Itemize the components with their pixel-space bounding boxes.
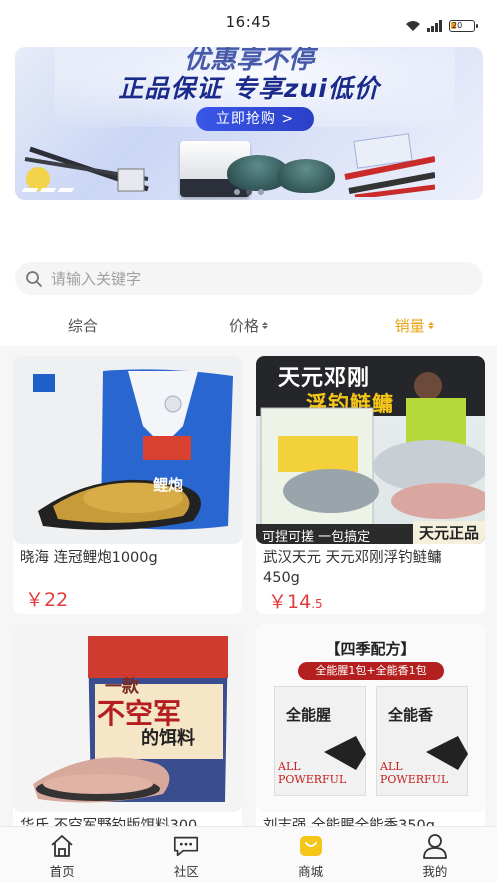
bottom-tab-bar: 首页 社区 商城 我的 [0,826,497,883]
battery-icon: 20 [449,20,478,32]
product-price: ￥22 [25,589,69,611]
tab-label: 社区 [173,864,199,879]
search-bar[interactable] [15,262,483,295]
banner-buy-button[interactable]: 立即抢购 > [196,107,314,131]
sort-comprehensive[interactable]: 综合 [0,310,166,340]
product-card[interactable]: 一款 不空军 的饵料 华氏 不空军野钓版饵料300 [13,624,242,844]
home-icon [48,833,76,859]
sort-bar: 综合 价格 销量 [0,310,497,340]
tab-profile[interactable]: 我的 [373,827,497,883]
chat-icon [172,833,200,859]
product-image: 一款 不空军 的饵料 [13,624,242,812]
mall-icon [297,833,325,859]
product-card[interactable]: 天元邓刚 浮钓鲢鳙 可捏可搓 一包搞定 天元正品 武汉天元 天元邓刚浮钓鲢鳙45… [256,356,485,614]
tab-community[interactable]: 社区 [124,827,248,883]
sort-arrows-icon [427,321,434,329]
bait-bowl-image [277,159,335,193]
product-card[interactable]: 鲤炮 晓海 连冠鲤炮1000g ￥22 [13,356,242,614]
tab-label: 首页 [49,864,75,879]
wifi-icon [405,20,421,32]
search-input[interactable] [51,269,451,288]
product-image: 天元邓刚 浮钓鲢鳙 可捏可搓 一包搞定 天元正品 [256,356,485,544]
product-image: 【四季配方】 全能腥1包+全能香1包 全能腥 全能香 ALL POWERFUL … [256,624,485,812]
image-text: 的饵料 [141,728,195,749]
banner-headline: 正品保证 专享zui低价 [118,74,380,103]
promo-banner[interactable]: 优惠享不停 正品保证 专享zui低价 立即抢购 > [15,47,483,200]
package-text: 鲤炮 [153,476,184,494]
banner-dot[interactable] [233,189,240,195]
sort-price[interactable]: 价格 [166,310,332,340]
banner-dot[interactable] [257,189,264,195]
product-title: 武汉天元 天元邓刚浮钓鲢鳙450g [263,550,442,586]
status-time: 16:45 [225,13,272,31]
status-icons: 20 [405,20,478,32]
product-price: ￥14.5 [268,591,323,613]
sort-label: 价格 [229,316,260,335]
tab-mall[interactable]: 商城 [249,827,373,883]
battery-percent: 20 [452,21,463,30]
banner-dot-active[interactable] [245,189,252,195]
sort-sales[interactable]: 销量 [331,310,497,340]
sort-label: 销量 [394,316,425,335]
tab-home[interactable]: 首页 [0,827,124,883]
product-image: 鲤炮 [13,356,242,544]
sort-label: 综合 [67,316,98,335]
user-icon [421,833,449,859]
tab-label: 商城 [298,864,324,879]
image-footer-right: 天元正品 [412,521,485,544]
status-bar: 16:45 20 [0,0,497,44]
product-title: 晓海 连冠鲤炮1000g [20,550,158,566]
sort-arrows-icon [262,321,269,329]
tab-label: 我的 [422,864,448,879]
image-footer-left: 可捏可搓 一包搞定 [262,530,371,544]
search-icon [26,270,42,287]
product-card[interactable]: 【四季配方】 全能腥1包+全能香1包 全能腥 全能香 ALL POWERFUL … [256,624,485,844]
banner-pagination[interactable] [0,189,497,195]
signal-icon [427,20,443,32]
